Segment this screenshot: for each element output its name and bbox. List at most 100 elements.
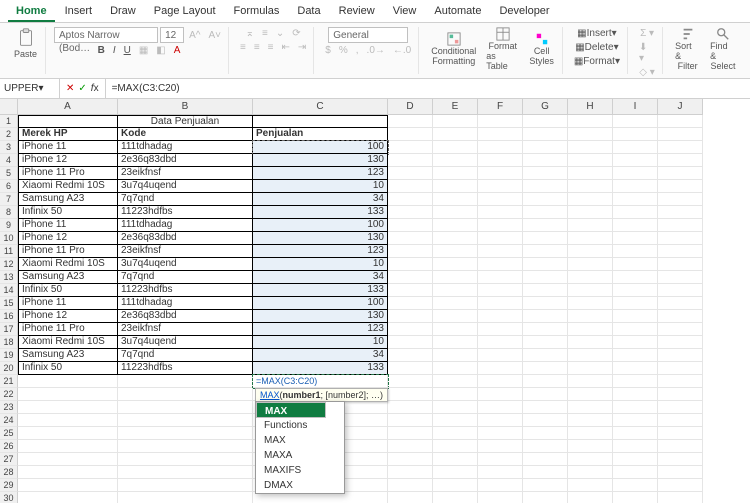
- cell[interactable]: [478, 349, 523, 362]
- cell[interactable]: [18, 375, 118, 388]
- cell[interactable]: [388, 284, 433, 297]
- cell[interactable]: [388, 245, 433, 258]
- cell[interactable]: 23eikfnsf: [118, 167, 253, 180]
- cell[interactable]: [433, 362, 478, 375]
- cell[interactable]: 34: [253, 193, 388, 206]
- cell[interactable]: [433, 284, 478, 297]
- cell[interactable]: [658, 167, 703, 180]
- cell[interactable]: [613, 115, 658, 128]
- cell[interactable]: [613, 492, 658, 503]
- cell[interactable]: [388, 193, 433, 206]
- cell[interactable]: [523, 323, 568, 336]
- cell[interactable]: [478, 362, 523, 375]
- cell[interactable]: [658, 466, 703, 479]
- cell[interactable]: [118, 479, 253, 492]
- clear-icon[interactable]: ◇ ▾: [636, 66, 658, 79]
- font-color-button[interactable]: A: [171, 44, 184, 57]
- row-header[interactable]: 27: [0, 453, 18, 466]
- cell[interactable]: [478, 401, 523, 414]
- cell[interactable]: iPhone 11: [18, 141, 118, 154]
- cell[interactable]: [613, 232, 658, 245]
- cell[interactable]: [613, 323, 658, 336]
- cell[interactable]: [478, 258, 523, 271]
- cell[interactable]: [478, 297, 523, 310]
- indent-inc-icon[interactable]: ⇥: [295, 41, 309, 54]
- cell[interactable]: [433, 193, 478, 206]
- cell[interactable]: [433, 427, 478, 440]
- insert-cells-button[interactable]: ▦ Insert ▾: [571, 27, 623, 40]
- cell[interactable]: [388, 115, 433, 128]
- cell[interactable]: [388, 154, 433, 167]
- cell[interactable]: [433, 466, 478, 479]
- row-header[interactable]: 24: [0, 414, 18, 427]
- cell[interactable]: [523, 219, 568, 232]
- cell[interactable]: [433, 141, 478, 154]
- cell[interactable]: [478, 180, 523, 193]
- cell[interactable]: [523, 115, 568, 128]
- cell[interactable]: Infinix 50: [18, 284, 118, 297]
- row-header[interactable]: 5: [0, 167, 18, 180]
- find-select-button[interactable]: Find &Select: [706, 27, 740, 71]
- cell[interactable]: iPhone 11 Pro: [18, 167, 118, 180]
- percent-icon[interactable]: %: [336, 44, 351, 57]
- cell[interactable]: [613, 414, 658, 427]
- cell[interactable]: [478, 284, 523, 297]
- fill-icon[interactable]: ⬇ ▾: [636, 41, 658, 65]
- cell[interactable]: [658, 232, 703, 245]
- cell[interactable]: [388, 362, 433, 375]
- cell[interactable]: [388, 310, 433, 323]
- cell[interactable]: [658, 219, 703, 232]
- cell[interactable]: [658, 375, 703, 388]
- align-top-icon[interactable]: ⌅: [243, 27, 257, 40]
- cell[interactable]: [658, 453, 703, 466]
- cell[interactable]: [658, 258, 703, 271]
- cell[interactable]: =MAX(C3:C20): [253, 375, 388, 388]
- cell[interactable]: [658, 297, 703, 310]
- cell[interactable]: 11223hdfbs: [118, 284, 253, 297]
- cell[interactable]: [118, 440, 253, 453]
- cell[interactable]: [118, 401, 253, 414]
- cell[interactable]: [568, 297, 613, 310]
- row-header[interactable]: 25: [0, 427, 18, 440]
- cell[interactable]: [568, 219, 613, 232]
- row-header[interactable]: 20: [0, 362, 18, 375]
- cell[interactable]: [523, 466, 568, 479]
- cell[interactable]: [523, 232, 568, 245]
- row-header[interactable]: 28: [0, 466, 18, 479]
- currency-icon[interactable]: $: [322, 44, 334, 57]
- cell[interactable]: [658, 427, 703, 440]
- row-header[interactable]: 3: [0, 141, 18, 154]
- cell[interactable]: [568, 362, 613, 375]
- cell[interactable]: [433, 440, 478, 453]
- tab-review[interactable]: Review: [331, 2, 383, 22]
- cell[interactable]: [613, 401, 658, 414]
- autosum-icon[interactable]: Σ ▾: [636, 27, 658, 40]
- cell[interactable]: [478, 336, 523, 349]
- cell[interactable]: [613, 245, 658, 258]
- cell[interactable]: iPhone 12: [18, 232, 118, 245]
- number-format-select[interactable]: General: [328, 27, 408, 43]
- cell[interactable]: 100: [253, 297, 388, 310]
- cell[interactable]: 7q7qnd: [118, 193, 253, 206]
- cell[interactable]: [658, 141, 703, 154]
- cell[interactable]: [478, 193, 523, 206]
- cell[interactable]: [523, 128, 568, 141]
- cell[interactable]: [568, 258, 613, 271]
- cell[interactable]: [388, 258, 433, 271]
- cell[interactable]: [568, 310, 613, 323]
- align-center-icon[interactable]: ≡: [251, 41, 263, 54]
- align-middle-icon[interactable]: ≡: [259, 27, 271, 40]
- row-header[interactable]: 30: [0, 492, 18, 503]
- cell[interactable]: [433, 154, 478, 167]
- cell[interactable]: [613, 440, 658, 453]
- underline-button[interactable]: U: [121, 44, 134, 57]
- cell[interactable]: 10: [253, 336, 388, 349]
- cell[interactable]: Infinix 50: [18, 362, 118, 375]
- cell[interactable]: [18, 427, 118, 440]
- cell[interactable]: [568, 336, 613, 349]
- row-header[interactable]: 11: [0, 245, 18, 258]
- cell[interactable]: [613, 154, 658, 167]
- cell[interactable]: [478, 323, 523, 336]
- border-button[interactable]: ▦: [136, 44, 151, 57]
- cell[interactable]: [523, 440, 568, 453]
